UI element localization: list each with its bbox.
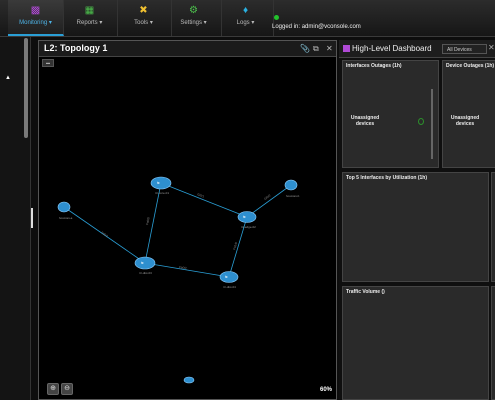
svg-text:rtr-dist-03: rtr-dist-03	[139, 271, 152, 275]
dashboard-header: High-Level Dashboard All Devices ✕	[339, 40, 495, 58]
nav-reports-label: Reports ▾	[76, 20, 103, 26]
dashboard-title: High-Level Dashboard	[352, 44, 432, 53]
svg-text:rtr-core-01: rtr-core-01	[155, 191, 169, 195]
dashboard-icon	[343, 45, 350, 52]
device-icon[interactable]	[183, 376, 195, 384]
top-navigation-bar: ▩ Monitoring ▾ ▦ Reports ▾ ✖ Tools ▾ ⚙ S…	[0, 0, 495, 37]
topology-header: L2: Topology 1 📎 ⧉ ✕	[39, 41, 336, 57]
widget-edge	[491, 172, 495, 282]
restore-icon[interactable]: ⧉	[313, 44, 319, 54]
widget-label: Unassigned devices	[450, 115, 480, 127]
device-outages-widget: Device Outages (1h) Unassigned devices	[442, 60, 495, 168]
svg-text:Fa0/0: Fa0/0	[145, 217, 151, 226]
network-cloud-icon[interactable]: host-lan-b	[284, 179, 300, 198]
widget-title: Interfaces Outages (1h)	[346, 63, 402, 69]
nav-logs-label: Logs ▾	[236, 20, 255, 26]
nav-settings-label: Settings ▾	[180, 20, 207, 26]
close-icon[interactable]: ✕	[488, 43, 495, 52]
nav-settings[interactable]: ⚙ Settings ▾	[166, 0, 222, 36]
monitoring-icon: ▩	[30, 5, 41, 16]
widget-title: Device Outages (1h)	[446, 63, 495, 69]
router-icon[interactable]: ⇆ rtr-dist-04	[219, 271, 239, 290]
nav-tools-label: Tools ▾	[134, 20, 153, 26]
settings-icon: ⚙	[189, 5, 198, 16]
widget-edge	[491, 286, 495, 400]
resize-handle[interactable]	[31, 208, 33, 228]
interfaces-outages-widget: Interfaces Outages (1h) Unassigned devic…	[342, 60, 439, 168]
router-icon[interactable]: ⇆ rtr-core-01	[150, 176, 172, 195]
zoom-out-button[interactable]: ⊖	[61, 383, 73, 395]
svg-text:host-lan-a: host-lan-a	[59, 216, 73, 220]
widget-label: Unassigned devices	[350, 115, 380, 127]
link-f	[144, 262, 230, 278]
link-labels: Fa0/1 Fa0/0 Gi0/1 Gi0/2 Fa1/0 Fa0/2	[100, 192, 271, 270]
traffic-volume-widget: Traffic Volume ()	[342, 286, 489, 400]
tools-icon: ✖	[139, 5, 148, 16]
topology-map[interactable]: Fa0/1 Fa0/0 Gi0/1 Gi0/2 Fa1/0 Fa0/2 ⇆ rt…	[39, 57, 336, 399]
status-dot	[274, 15, 279, 20]
nav-tools[interactable]: ✖ Tools ▾	[116, 0, 172, 36]
router-icon[interactable]: ⇆ rtr-dist-03	[134, 256, 156, 275]
svg-text:rtr-edge-02: rtr-edge-02	[241, 225, 256, 229]
zoom-in-button[interactable]: ⊕	[47, 383, 59, 395]
widget-scrollbar[interactable]	[431, 89, 433, 159]
widget-title: Traffic Volume ()	[346, 289, 385, 295]
link-d	[246, 184, 292, 218]
reports-icon: ▦	[84, 5, 95, 16]
zoom-level: 60%	[319, 387, 332, 393]
topology-panel: L2: Topology 1 📎 ⧉ ✕ ▬ Fa0/1 Fa0/0 Gi0/1…	[38, 40, 337, 400]
topology-nodes: ⇆ rtr-core-01 ⇆ rtr-edge-02 ⇆ rtr-dist-0…	[57, 176, 300, 384]
logs-icon: ♦	[242, 5, 249, 16]
nav-monitoring-label: Monitoring ▾	[19, 20, 52, 26]
topology-links	[63, 182, 292, 278]
sidebar-scrollbar[interactable]	[24, 38, 28, 138]
topology-title: L2: Topology 1	[44, 43, 108, 53]
svg-text:rtr-dist-04: rtr-dist-04	[223, 285, 236, 289]
close-icon[interactable]: ✕	[326, 44, 333, 53]
widget-title: Top 5 Interfaces by Utilization (1h)	[346, 175, 428, 181]
nav-logs[interactable]: ♦ Logs ▾	[218, 0, 274, 36]
nav-reports[interactable]: ▦ Reports ▾	[62, 0, 118, 36]
login-status: Logged in: admin@vconsole.com	[272, 24, 361, 30]
attach-icon[interactable]: 📎	[300, 44, 310, 53]
svg-text:host-lan-b: host-lan-b	[286, 194, 300, 198]
nav-monitoring[interactable]: ▩ Monitoring ▾	[8, 0, 64, 36]
status-ok-icon	[418, 118, 424, 125]
router-icon[interactable]: ⇆ rtr-edge-02	[237, 211, 257, 230]
svg-text:Fa0/2: Fa0/2	[179, 265, 188, 270]
device-filter-select[interactable]: All Devices	[442, 44, 487, 54]
dashboard-panel: High-Level Dashboard All Devices ✕ Inter…	[339, 40, 495, 400]
collapse-arrow-icon[interactable]: ▲	[5, 75, 11, 81]
link-c	[160, 182, 248, 218]
top5-utilization-widget: Top 5 Interfaces by Utilization (1h)	[342, 172, 489, 282]
